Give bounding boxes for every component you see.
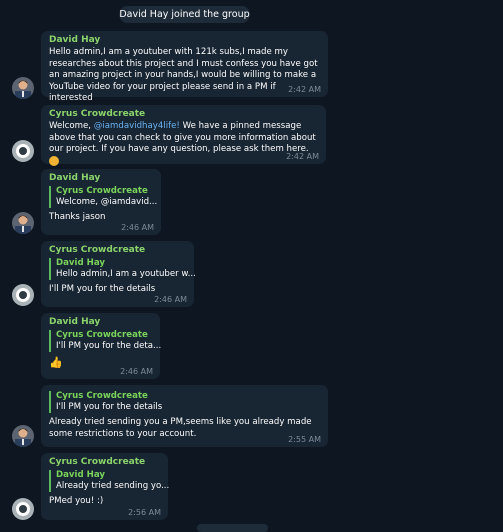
logo-avatar-icon bbox=[12, 284, 34, 306]
cyrus-avatar[interactable] bbox=[12, 284, 34, 306]
logo-avatar-icon bbox=[12, 498, 34, 520]
reply-preview[interactable]: Cyrus Crowdcreate I'll PM you for the de… bbox=[49, 330, 162, 352]
message-time: 2:42 AM bbox=[288, 85, 321, 94]
chat-history: David Hay joined the group David Hay Hel… bbox=[0, 0, 503, 532]
date-pill bbox=[197, 524, 268, 532]
sender-name[interactable]: Cyrus Crowdcreate bbox=[49, 109, 318, 120]
user-photo-icon bbox=[12, 212, 34, 234]
reply-text: I'll PM you for the deta... bbox=[56, 341, 162, 351]
message-text: Welcome, @iamdavidhay4life! We have a pi… bbox=[49, 121, 318, 169]
service-message: David Hay joined the group bbox=[119, 6, 250, 23]
message-time: 2:55 AM bbox=[288, 435, 321, 444]
reply-preview[interactable]: David Hay Hello admin,I am a youtuber w.… bbox=[49, 258, 196, 280]
message-time: 2:56 AM bbox=[128, 508, 161, 517]
smile-emoji-icon bbox=[49, 155, 59, 166]
user-photo-icon bbox=[12, 77, 34, 99]
user-photo-icon bbox=[12, 425, 34, 447]
message-text: I'll PM you for the details bbox=[49, 284, 156, 294]
reply-author: David Hay bbox=[56, 258, 105, 268]
message-text: Thanks jason bbox=[49, 212, 106, 222]
message-time: 2:46 AM bbox=[154, 295, 187, 304]
sender-name[interactable]: David Hay bbox=[49, 173, 153, 184]
reply-author: Cyrus Crowdcreate bbox=[56, 391, 148, 401]
reply-preview[interactable]: Cyrus Crowdcreate I'll PM you for the de… bbox=[49, 391, 320, 413]
message-bubble[interactable]: David Hay Cyrus Crowdcreate I'll PM you … bbox=[41, 313, 162, 379]
message-bubble[interactable]: Cyrus Crowdcreate David Hay Hello admin,… bbox=[41, 241, 196, 307]
message-time: 2:46 AM bbox=[121, 223, 154, 232]
message-bubble[interactable]: David Hay Hello admin,I am a youtuber wi… bbox=[41, 31, 328, 103]
mention-link[interactable]: @iamdavidhay4life! bbox=[94, 121, 180, 131]
cyrus-avatar[interactable] bbox=[12, 498, 34, 520]
reply-text: Already tried sending yo... bbox=[56, 481, 170, 491]
message-time: 2:46 AM bbox=[120, 367, 153, 376]
reply-preview[interactable]: David Hay Already tried sending yo... bbox=[49, 470, 170, 492]
message-text: Already tried sending you a PM,seems lik… bbox=[49, 417, 312, 439]
message-text-before: Welcome, bbox=[49, 121, 94, 131]
message-bubble[interactable]: David Hay Cyrus Crowdcreate Welcome, @ia… bbox=[41, 169, 161, 235]
sender-name[interactable]: David Hay bbox=[49, 317, 152, 328]
message-time: 2:42 AM bbox=[286, 152, 319, 161]
cyrus-avatar[interactable] bbox=[12, 140, 34, 162]
message-bubble[interactable]: Cyrus Crowdcreate I'll PM you for the de… bbox=[41, 385, 328, 447]
message-bubble[interactable]: Cyrus Crowdcreate David Hay Already trie… bbox=[41, 453, 170, 520]
david-avatar[interactable] bbox=[12, 77, 34, 99]
reply-author: Cyrus Crowdcreate bbox=[56, 186, 148, 196]
david-avatar[interactable] bbox=[12, 425, 34, 447]
reply-author: Cyrus Crowdcreate bbox=[56, 330, 148, 340]
message-text: Hello admin,I am a youtuber with 121k su… bbox=[49, 47, 318, 103]
reply-text: Welcome, @iamdavid... bbox=[56, 197, 158, 207]
message-bubble[interactable]: Cyrus Crowdcreate Welcome, @iamdavidhay4… bbox=[41, 105, 326, 166]
reply-text: Hello admin,I am a youtuber w... bbox=[56, 269, 196, 279]
reply-author: David Hay bbox=[56, 470, 105, 480]
sender-name[interactable]: David Hay bbox=[49, 35, 320, 46]
message-text: PMed you! :) bbox=[49, 496, 104, 506]
david-avatar[interactable] bbox=[12, 212, 34, 234]
logo-avatar-icon bbox=[12, 140, 34, 162]
reply-text: I'll PM you for the details bbox=[56, 402, 163, 412]
sender-name[interactable]: Cyrus Crowdcreate bbox=[49, 457, 160, 468]
sender-name[interactable]: Cyrus Crowdcreate bbox=[49, 245, 186, 256]
reply-preview[interactable]: Cyrus Crowdcreate Welcome, @iamdavid... bbox=[49, 186, 158, 208]
